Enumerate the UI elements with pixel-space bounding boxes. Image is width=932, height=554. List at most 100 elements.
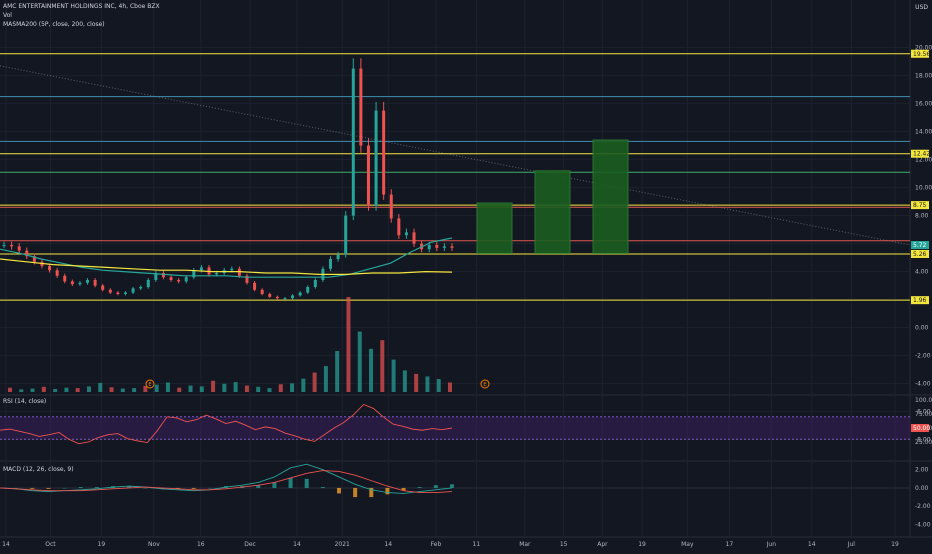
macd-histogram-bar <box>320 487 325 488</box>
volume-bar <box>278 384 283 392</box>
volume-bar <box>301 378 306 392</box>
candle-body <box>427 245 431 250</box>
level-label: 8.75 <box>913 202 927 209</box>
volume-bar <box>86 386 91 392</box>
x-tick-label: 14 <box>808 541 816 548</box>
level-label: 12.42 <box>913 151 930 158</box>
volume-legend[interactable]: Vol <box>3 12 12 19</box>
volume-bar <box>402 370 407 392</box>
price-tick-label: -4.00 <box>915 381 931 388</box>
level-label: 1.96 <box>913 297 927 304</box>
macd-tick-label: -2.00 <box>915 503 931 510</box>
macd-legend[interactable]: MACD (12, 26, close, 9) <box>3 466 74 473</box>
candle-body <box>298 292 302 296</box>
volume-bar <box>267 388 272 392</box>
candle-body <box>139 287 143 289</box>
volume-bar <box>448 382 452 392</box>
level-label: 19.56 <box>913 51 930 58</box>
volume-bar <box>211 380 216 392</box>
price-tick-label: 0.00 <box>915 325 929 332</box>
volume-bar <box>391 359 396 392</box>
rsi-tick-label: 100.00 <box>915 397 932 404</box>
macd-histogram-bar <box>78 487 83 488</box>
price-tick-label: -2.00 <box>915 353 931 360</box>
macd-histogram-bar <box>304 478 309 488</box>
trading-chart[interactable]: 14 Oct 19 Nov 16 Dec 14 2021 14 Feb 11 Mar 15 Apr 19 Ma… <box>0 0 932 550</box>
macd-tick-label: 2.00 <box>915 467 929 474</box>
candle-body <box>63 275 67 282</box>
candle-body <box>161 273 165 278</box>
volume-bar <box>222 383 227 392</box>
volume-bar <box>109 387 114 392</box>
volume-bar <box>154 384 159 392</box>
ticker-title: AMC ENTERTAINMENT HOLDINGS INC, 4h, Cboe… <box>3 3 160 10</box>
volume-bar <box>41 386 46 392</box>
candle-body <box>404 232 408 236</box>
currency-label: USD <box>915 4 928 11</box>
volume-bar <box>244 385 249 392</box>
price-tick-label: 4.00 <box>915 269 929 276</box>
candle-body <box>10 245 14 247</box>
candle-body <box>268 294 272 297</box>
macd-histogram-bar <box>288 477 293 488</box>
macd-histogram-bar <box>272 482 277 488</box>
candle-body <box>412 232 416 244</box>
volume-bar <box>233 382 238 392</box>
candle-body <box>389 194 393 219</box>
chart-canvas[interactable]: 14 Oct 19 Nov 16 Dec 14 2021 14 Feb 11 Mar 15 Apr 19 Ma… <box>0 0 932 550</box>
candle-body <box>55 270 59 276</box>
candle-body <box>260 289 264 294</box>
volume-bar <box>30 388 35 392</box>
target-box <box>534 170 571 254</box>
volume-bar <box>256 386 261 392</box>
rsi-current-label: 50.00 <box>913 425 930 432</box>
macd-histogram-bar <box>433 485 438 488</box>
macd-tick-label: -4.00 <box>915 522 931 529</box>
x-tick-label: Oct <box>45 541 56 548</box>
last-price-label: 5.72 <box>913 242 927 249</box>
x-tick-label: 2021 <box>335 541 350 548</box>
macd-histogram-bar <box>30 487 35 489</box>
candle-body <box>116 292 120 294</box>
x-tick-label: Dec <box>244 541 256 548</box>
candle-body <box>450 246 454 248</box>
candle-body <box>177 280 181 282</box>
candle-body <box>169 277 173 280</box>
candle-body <box>306 287 310 293</box>
volume-bar <box>436 379 441 392</box>
x-tick-label: 14 <box>384 541 392 548</box>
volume-bar <box>312 372 317 392</box>
candle-body <box>336 254 340 259</box>
volume-bar <box>64 387 69 392</box>
candle-body <box>329 259 333 269</box>
x-tick-label: 11 <box>473 541 481 548</box>
macd-histogram-bar <box>450 484 454 488</box>
candle-body <box>442 246 446 248</box>
event-marker-label: E <box>483 382 486 388</box>
macd-histogram-bar <box>46 487 51 489</box>
ma-legend[interactable]: MASMA200 (5P, close, 200, close) <box>3 21 105 28</box>
candle-body <box>131 288 135 293</box>
volume-bar <box>165 382 170 392</box>
x-tick-label: Jun <box>766 541 777 548</box>
x-tick-label: 15 <box>560 541 568 548</box>
macd-histogram-bar <box>143 487 148 489</box>
candle-body <box>48 266 52 271</box>
candle-body <box>366 145 370 206</box>
volume-bar <box>75 388 80 392</box>
candle-body <box>253 282 257 290</box>
macd-histogram-bar <box>337 487 341 494</box>
event-marker-label: E <box>148 382 151 388</box>
volume-bar <box>369 348 374 392</box>
volume-bar <box>8 387 12 392</box>
candle-body <box>86 280 90 283</box>
candle-body <box>237 268 241 276</box>
candle-body <box>184 277 188 282</box>
x-tick-label: 19 <box>638 541 646 548</box>
price-tick-label: 14.00 <box>915 129 932 136</box>
macd-histogram-bar <box>62 487 67 489</box>
rsi-legend[interactable]: RSI (14, close) <box>3 398 46 405</box>
price-tick-label: 16.00 <box>915 101 932 108</box>
macd-histogram-bar <box>417 487 422 488</box>
level-label: 5.26 <box>913 251 927 258</box>
